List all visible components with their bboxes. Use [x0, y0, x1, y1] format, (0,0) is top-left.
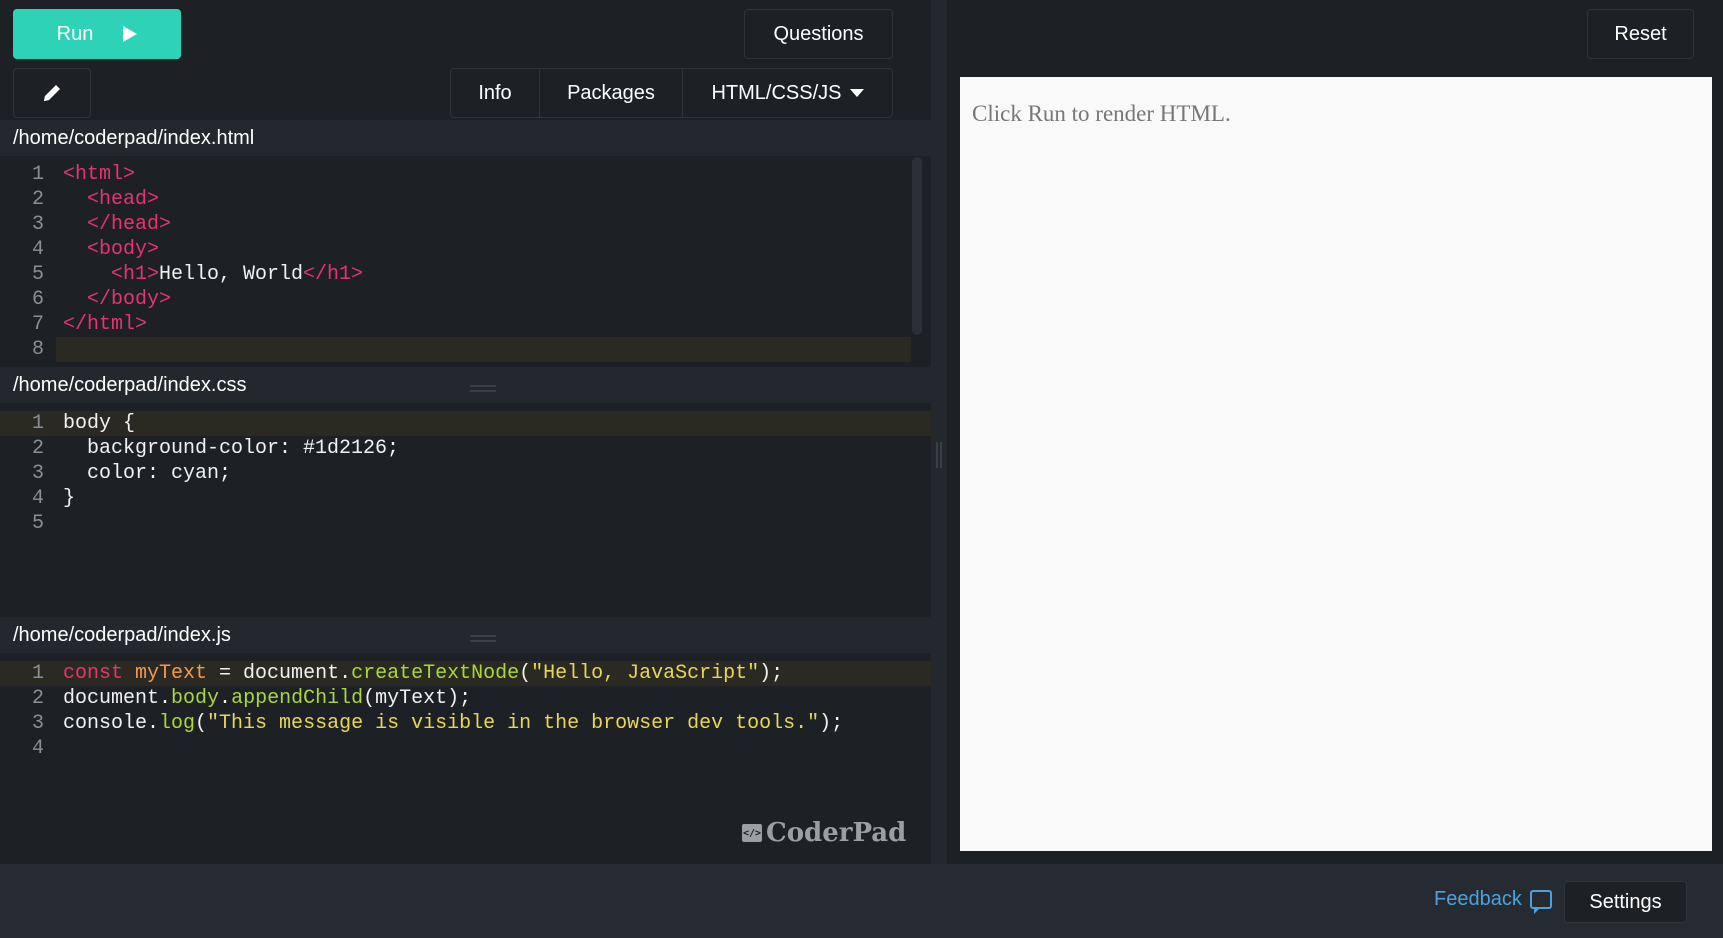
line-number: 5 — [31, 512, 44, 535]
pane-divider[interactable] — [931, 0, 947, 864]
pencil-icon — [44, 85, 60, 101]
js-editor[interactable]: 1 const myText = document.createTextNode(… — [0, 661, 931, 761]
code-line: color: cyan; — [63, 462, 232, 485]
feedback-label: Feedback — [1434, 888, 1522, 910]
file-path: /home/coderpad/index.js — [13, 623, 231, 646]
resize-grip[interactable] — [470, 635, 496, 637]
reset-label: Reset — [1614, 22, 1667, 45]
code-line: <head> — [63, 188, 160, 211]
divider-grip — [940, 442, 942, 468]
settings-label: Settings — [1589, 890, 1662, 913]
js-file-header: /home/coderpad/index.js — [0, 617, 931, 653]
html-editor[interactable]: 1 <html> 2 <head> 3 </head> 4 <body> 5 <h… — [0, 162, 931, 362]
line-number: 6 — [31, 288, 44, 311]
css-file-header: /home/coderpad/index.css — [0, 367, 931, 403]
code-line: </html> — [63, 313, 148, 336]
code-line: <h1>Hello, World</h1> — [63, 263, 364, 286]
questions-button[interactable]: Questions — [744, 9, 893, 59]
tab-info[interactable]: Info — [451, 69, 540, 117]
line-number: 1 — [31, 163, 44, 186]
line-number: 3 — [31, 712, 44, 735]
language-dropdown[interactable]: HTML/CSS/JS — [683, 69, 892, 117]
code-line: const myText = document.createTextNode("… — [63, 662, 784, 685]
line-number: 1 — [31, 662, 44, 685]
line-number: 2 — [31, 437, 44, 460]
resize-grip[interactable] — [470, 390, 496, 392]
file-path: /home/coderpad/index.css — [13, 373, 247, 396]
line-number: 4 — [31, 737, 44, 760]
line-number: 4 — [31, 238, 44, 261]
code-line: </body> — [63, 288, 172, 311]
logo-text: CoderPad — [766, 818, 907, 848]
line-number: 2 — [31, 188, 44, 211]
editor-scrollbar[interactable] — [912, 157, 922, 335]
line-number: 8 — [31, 338, 44, 361]
line-number: 3 — [31, 213, 44, 236]
line-number: 1 — [31, 412, 44, 435]
resize-grip[interactable] — [470, 385, 496, 387]
run-label: Run — [56, 22, 94, 45]
code-line: </head> — [63, 213, 172, 236]
code-line: background-color: #1d2126; — [63, 437, 400, 460]
chat-bubble-icon — [1529, 890, 1552, 914]
settings-button[interactable]: Settings — [1564, 881, 1687, 923]
html-file-header: /home/coderpad/index.html — [0, 120, 931, 156]
preview-placeholder: Click Run to render HTML. — [972, 101, 1231, 126]
code-line: body { — [63, 412, 136, 435]
line-number: 4 — [31, 487, 44, 510]
divider-grip — [936, 442, 938, 468]
line-number: 2 — [31, 687, 44, 710]
tab-packages[interactable]: Packages — [540, 69, 683, 117]
edit-button[interactable] — [13, 68, 91, 118]
file-path: /home/coderpad/index.html — [13, 126, 255, 149]
tab-group: Info Packages HTML/CSS/JS — [450, 68, 893, 118]
code-line: console.log("This message is visible in … — [63, 712, 844, 735]
code-line: <html> — [63, 163, 136, 186]
coderpad-logo: </> CoderPad — [742, 818, 906, 848]
active-line — [56, 337, 911, 362]
questions-label: Questions — [773, 22, 864, 45]
reset-button[interactable]: Reset — [1587, 9, 1694, 59]
caret-down-icon — [849, 89, 864, 97]
play-icon — [123, 26, 138, 42]
coderpad-logo-icon: </> — [742, 824, 762, 842]
line-number: 5 — [31, 263, 44, 286]
code-line: document.body.appendChild(myText); — [63, 687, 472, 710]
css-editor[interactable]: 1 body { 2 background-color: #1d2126; 3 c… — [0, 411, 931, 536]
preview-frame[interactable]: Click Run to render HTML. — [960, 77, 1712, 851]
feedback-link[interactable]: Feedback — [1434, 888, 1552, 914]
resize-grip[interactable] — [470, 640, 496, 642]
code-line: } — [63, 487, 76, 510]
run-button[interactable]: Run — [13, 9, 181, 59]
line-number: 7 — [31, 313, 44, 336]
code-line: <body> — [63, 238, 160, 261]
line-number: 3 — [31, 462, 44, 485]
